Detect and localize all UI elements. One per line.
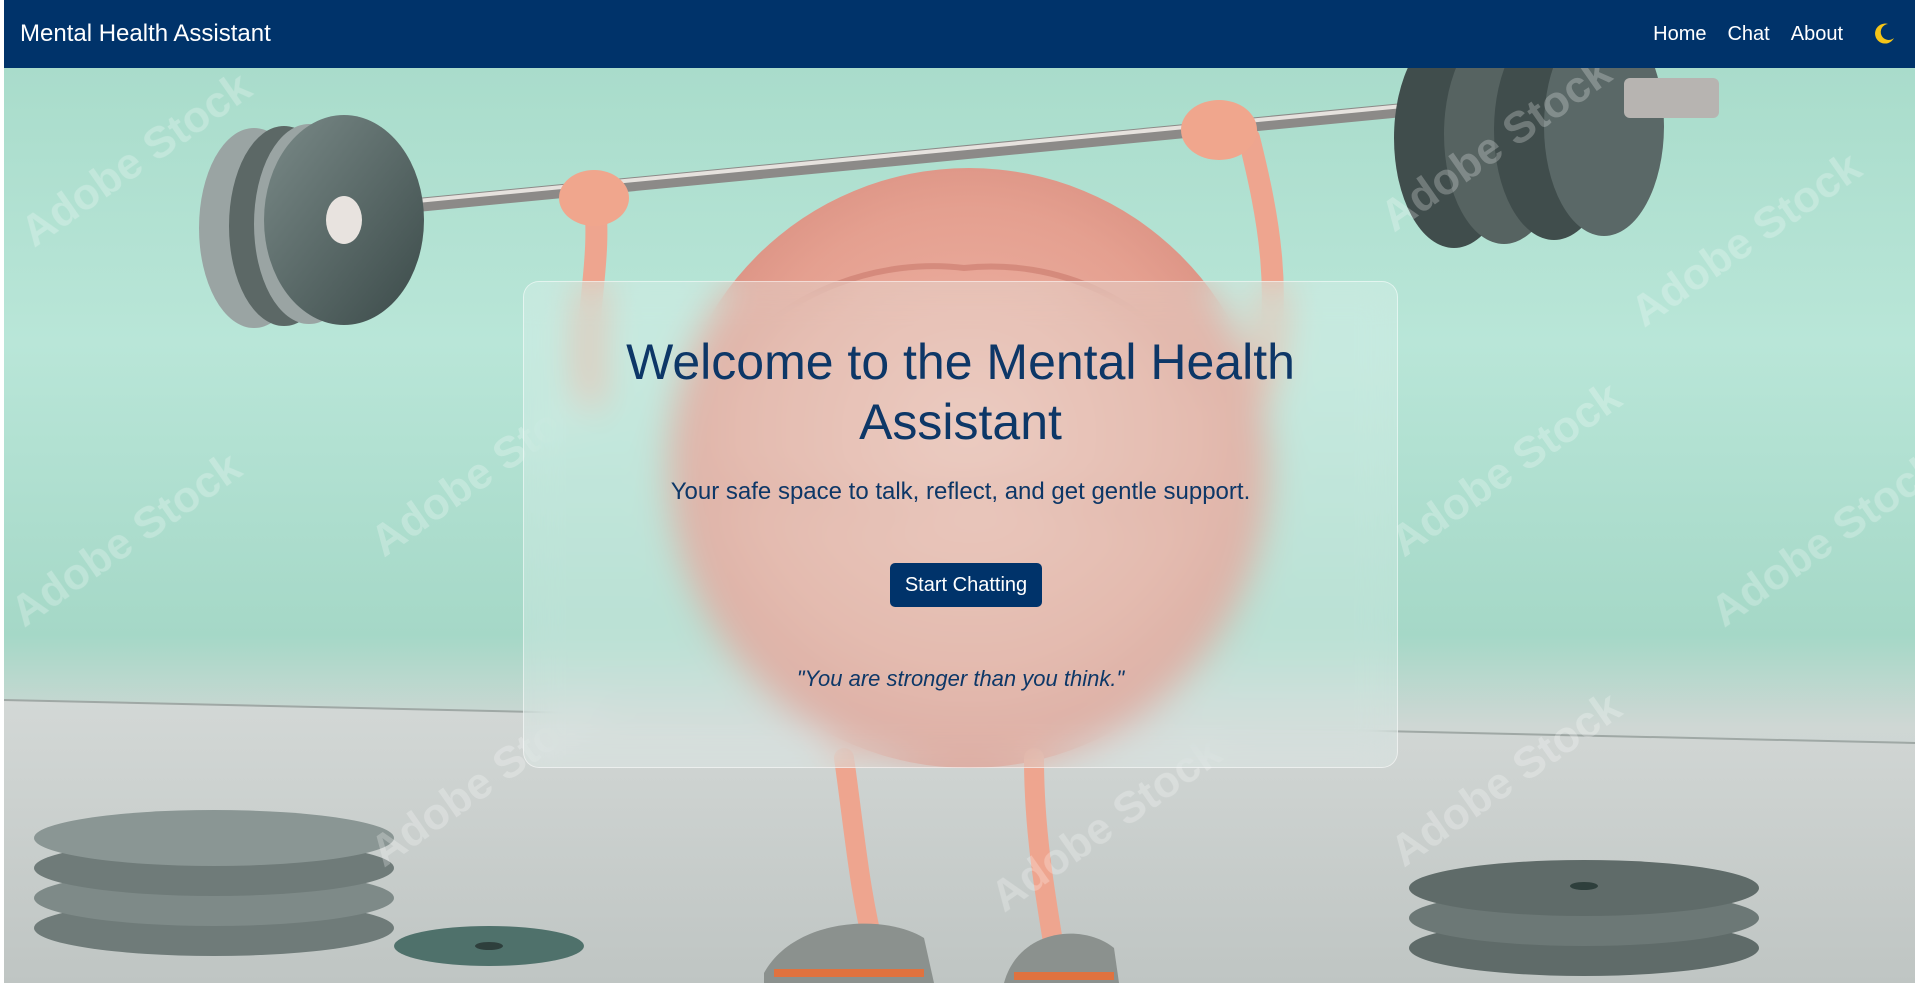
nav-link-home[interactable]: Home	[1653, 23, 1706, 46]
app-window: Mental Health Assistant Home Chat About	[4, 0, 1915, 983]
watermark-text: Adobe Stock	[1622, 142, 1871, 337]
watermark-text: Adobe Stock	[4, 442, 250, 637]
subtitle-text: Your safe space to talk, reflect, and ge…	[670, 478, 1251, 505]
page-title: Welcome to the Mental Health Assistant	[626, 334, 1295, 450]
watermark-text: Adobe Stock	[1702, 442, 1915, 637]
watermark-text: Adobe Stock	[1382, 372, 1631, 567]
start-chatting-button[interactable]: Start Chatting	[890, 563, 1042, 607]
welcome-card: Welcome to the Mental Health Assistant Y…	[523, 281, 1398, 768]
nav-links: Home Chat About	[1632, 19, 1899, 49]
quote-text: "You are stronger than you think."	[796, 666, 1125, 691]
nav-link-chat[interactable]: Chat	[1727, 23, 1769, 46]
moon-icon	[1875, 23, 1894, 44]
theme-toggle-button[interactable]	[1869, 19, 1899, 49]
brand-title[interactable]: Mental Health Assistant	[20, 20, 271, 48]
navbar: Mental Health Assistant Home Chat About	[4, 0, 1915, 68]
hero-section: Adobe Stock Adobe Stock Adobe Stock Adob…	[4, 68, 1915, 983]
nav-link-about[interactable]: About	[1791, 23, 1843, 46]
